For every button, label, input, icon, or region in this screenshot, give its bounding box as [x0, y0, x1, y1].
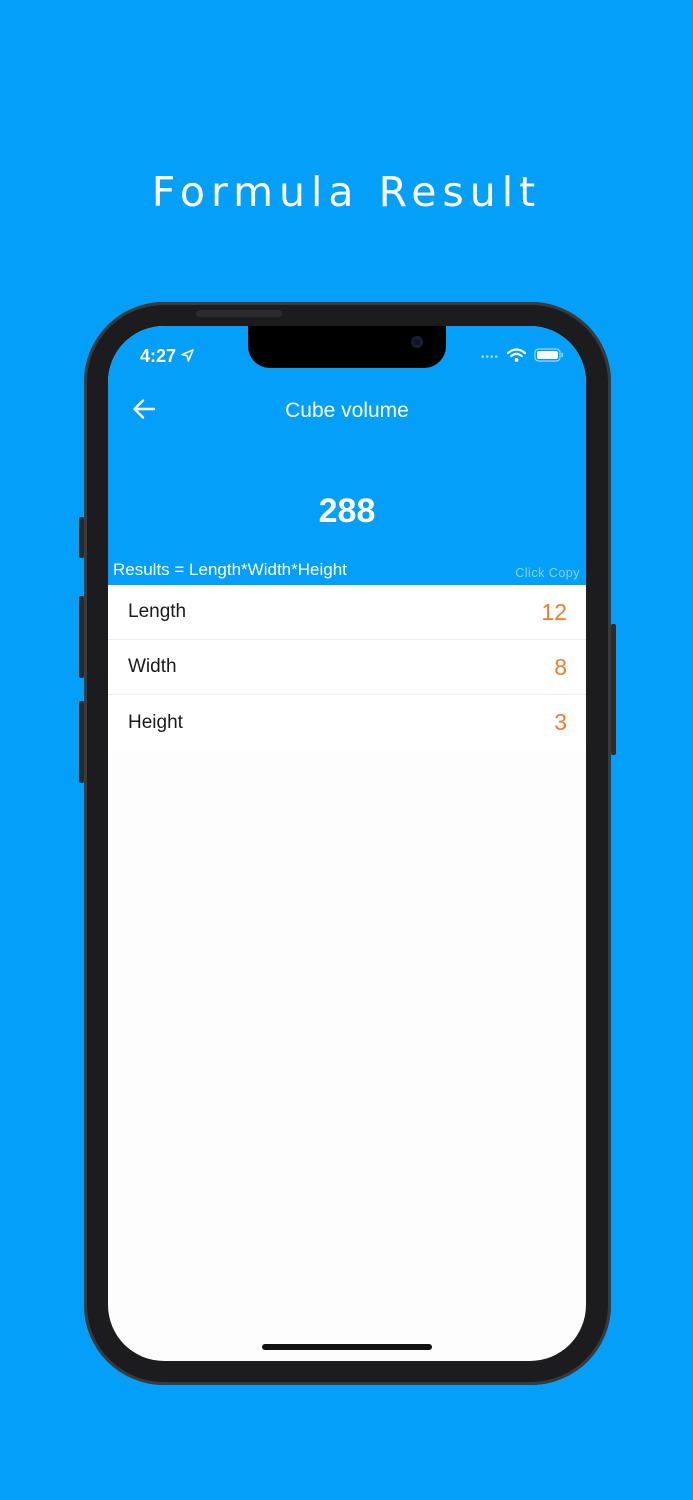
input-value: 3	[554, 709, 567, 735]
input-value: 8	[554, 653, 567, 680]
volume-up-button	[79, 596, 84, 678]
input-value: 12	[541, 598, 567, 625]
cellular-signal-icon: ••••	[480, 352, 499, 363]
input-row-length[interactable]: Length 12	[108, 585, 586, 640]
notch	[248, 326, 446, 368]
phone-screen: 4:27 •••• Cube volume 288 Results = Leng…	[108, 326, 586, 1361]
earpiece-speaker	[196, 310, 282, 317]
home-indicator[interactable]	[262, 1344, 432, 1350]
input-row-height[interactable]: Height 3	[108, 695, 586, 750]
result-header: 4:27 •••• Cube volume 288 Results = Leng…	[108, 326, 586, 585]
input-label: Width	[128, 656, 177, 677]
location-arrow-icon	[181, 346, 194, 367]
promo-headline: Formula Result	[151, 168, 542, 216]
status-time: 4:27	[140, 346, 194, 367]
input-list: Length 12 Width 8 Height 3	[108, 585, 586, 750]
mute-switch	[79, 517, 84, 558]
power-button	[611, 624, 616, 755]
volume-down-button	[79, 701, 84, 783]
status-indicators: ••••	[481, 348, 564, 367]
front-camera	[411, 336, 423, 348]
nav-bar: Cube volume	[108, 388, 586, 434]
result-value: 288	[318, 492, 376, 530]
input-label: Height	[128, 711, 183, 733]
input-label: Length	[128, 601, 187, 622]
formula-text: Results = Length*Width*Height	[113, 560, 347, 579]
input-row-width[interactable]: Width 8	[108, 640, 586, 695]
battery-icon	[534, 348, 564, 367]
status-time-label: 4:27	[140, 346, 177, 366]
copy-button[interactable]: Click Copy	[515, 566, 580, 580]
page-title: Cube volume	[285, 399, 409, 422]
wifi-icon	[506, 348, 527, 367]
